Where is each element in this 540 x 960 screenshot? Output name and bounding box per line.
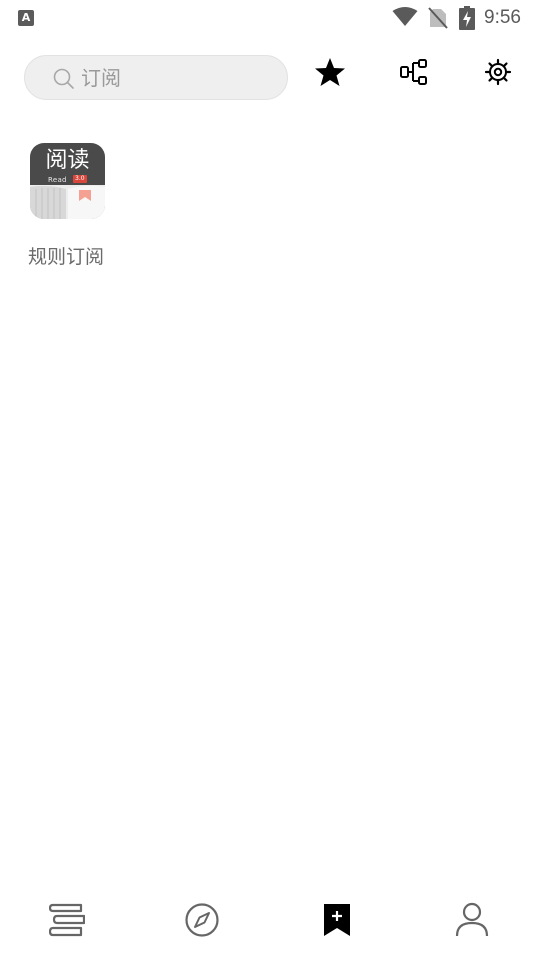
search-icon xyxy=(53,68,74,89)
star-icon xyxy=(315,58,345,86)
wifi-icon xyxy=(392,7,418,26)
nav-explore[interactable] xyxy=(182,900,222,940)
tile-logo-version: 3.0 xyxy=(73,175,87,183)
gear-icon xyxy=(484,58,512,86)
tile-logo-title: 阅读 xyxy=(45,148,90,173)
profile-icon xyxy=(455,902,489,937)
rule-tree-icon xyxy=(400,59,427,85)
no-sim-icon xyxy=(428,7,448,29)
search-input[interactable]: 订阅 xyxy=(24,55,288,100)
favorites-button[interactable] xyxy=(312,54,348,90)
status-bar: A 9:56 xyxy=(0,0,540,36)
settings-button[interactable] xyxy=(480,54,516,90)
tile-logo-subtitle: Read xyxy=(48,176,67,184)
nav-bookshelf[interactable] xyxy=(47,900,87,940)
nav-rss[interactable] xyxy=(317,900,357,940)
rule-subscription-label[interactable]: 规则订阅 xyxy=(28,245,104,269)
explore-compass-icon xyxy=(185,903,219,937)
rule-subscription-button[interactable] xyxy=(396,54,432,90)
battery-charging-icon xyxy=(459,6,475,30)
nav-profile[interactable] xyxy=(452,900,492,940)
bottom-navigation xyxy=(0,880,540,960)
search-placeholder: 订阅 xyxy=(81,66,121,90)
bookshelf-icon xyxy=(49,903,85,937)
rule-subscription-tile[interactable]: 阅读 Read 3.0 xyxy=(30,143,105,219)
notification-a-icon: A xyxy=(18,10,34,26)
rss-bookmark-icon xyxy=(324,904,350,936)
open-book-icon xyxy=(30,185,105,219)
status-time: 9:56 xyxy=(484,7,521,28)
